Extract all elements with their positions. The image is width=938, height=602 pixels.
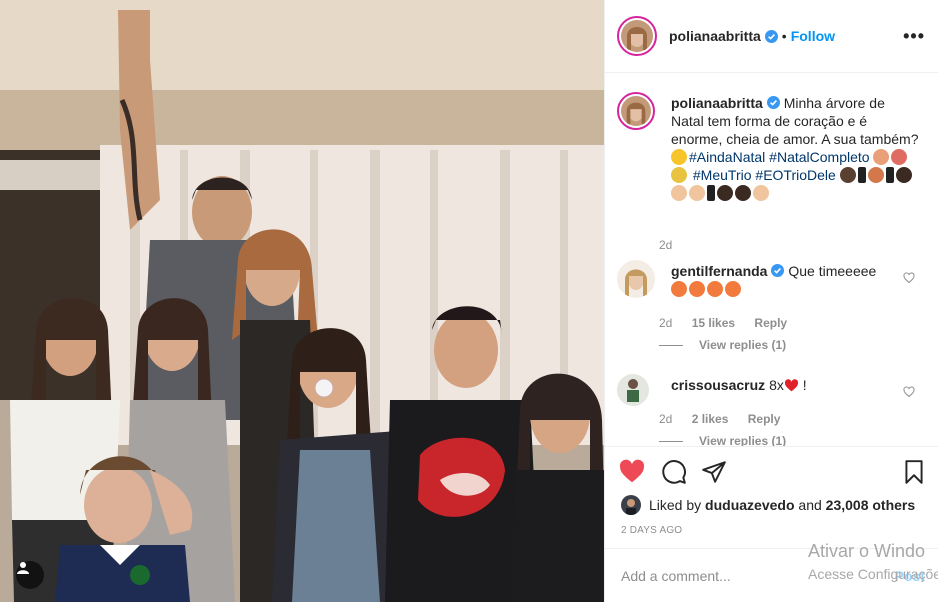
add-comment-input[interactable] [621, 567, 821, 584]
person-emoji-icon [717, 185, 733, 201]
follow-button[interactable]: Follow [791, 28, 835, 44]
reply-button[interactable]: Reply [748, 412, 781, 426]
like-comment-heart-icon[interactable] [903, 272, 915, 284]
comment-username[interactable]: gentilfernanda [671, 263, 767, 279]
star-struck-emoji-icon [671, 281, 687, 297]
comment-body-suffix: ! [802, 377, 807, 393]
view-replies-button[interactable]: View replies (1) [659, 338, 786, 352]
comment-meta: 2d 2 likes Reply [659, 412, 796, 426]
comment-meta: 2d 15 likes Reply [659, 316, 803, 330]
comment-likes[interactable]: 2 likes [692, 412, 729, 426]
post-timestamp[interactable]: 2 DAYS AGO [621, 525, 682, 536]
replies-divider [659, 344, 683, 346]
avatar-image [621, 20, 653, 52]
liked-by-prefix: Liked by [649, 497, 702, 513]
liked-by-user[interactable]: duduazevedo [705, 497, 794, 513]
family-photo-illustration [0, 0, 604, 602]
user-tag-button[interactable] [16, 561, 44, 589]
comment-avatar[interactable] [617, 260, 655, 298]
avatar-image [621, 495, 641, 515]
liked-by-others[interactable]: 23,008 others [826, 497, 916, 513]
comment-icon[interactable] [661, 459, 687, 485]
comment-username[interactable]: crissousacruz [671, 377, 765, 393]
caption-avatar[interactable] [617, 92, 655, 130]
comment-avatar[interactable] [617, 374, 649, 406]
view-replies-label: View replies (1) [699, 338, 787, 352]
caption-username[interactable]: polianaabritta [671, 95, 763, 111]
header-avatar[interactable] [617, 16, 657, 56]
comment-likes[interactable]: 15 likes [692, 316, 735, 330]
person-icon [17, 562, 29, 574]
comments-list[interactable]: polianaabritta Minha árvore de Natal tem… [605, 74, 938, 446]
avatar-image [617, 260, 655, 298]
verified-badge-icon [766, 96, 780, 109]
avatar-image [621, 96, 651, 126]
post-details-panel: polianaabritta • Follow ••• polianaabrit… [604, 0, 938, 602]
avatar-image [617, 374, 649, 406]
santa-emoji-icon [873, 149, 890, 165]
more-options-icon[interactable]: ••• [903, 27, 925, 45]
star-struck-emoji-icon [707, 281, 723, 297]
verified-badge-icon [771, 264, 785, 277]
view-replies-button[interactable]: View replies (1) [659, 434, 786, 446]
comment-text: crissousacruz 8x ! [671, 376, 919, 394]
caption-age[interactable]: 2d [659, 238, 672, 252]
like-heart-icon[interactable] [619, 459, 645, 485]
comment-body: 8x [769, 377, 784, 393]
hashtag-link[interactable]: #EOTrioDele [755, 167, 835, 183]
replies-divider [659, 440, 683, 442]
smile-emoji-icon [671, 149, 687, 165]
person-emoji-icon [689, 185, 705, 201]
santa-emoji-icon [891, 149, 908, 165]
post-header: polianaabritta • Follow ••• [605, 0, 938, 73]
comment-body: Que timeeeee [788, 263, 877, 279]
comment-text: gentilfernanda Que timeeeee [671, 262, 919, 298]
verified-badge-icon [764, 29, 778, 43]
hashtag-link[interactable]: #MeuTrio [693, 167, 752, 183]
red-heart-emoji-icon [784, 379, 798, 392]
save-bookmark-icon[interactable] [901, 459, 927, 485]
add-comment-bar: Post [605, 548, 938, 602]
comment-age[interactable]: 2d [659, 412, 672, 426]
hashtag-link[interactable]: #NatalCompleto [769, 149, 869, 165]
person-emoji-icon [867, 167, 884, 183]
share-icon[interactable] [701, 459, 727, 485]
person-emoji-icon [895, 167, 912, 183]
view-replies-label: View replies (1) [699, 434, 787, 446]
person-emoji-icon [753, 185, 769, 201]
like-comment-heart-icon[interactable] [903, 386, 915, 398]
caption-text: polianaabritta Minha árvore de Natal tem… [671, 94, 919, 202]
star-struck-emoji-icon [689, 281, 705, 297]
liked-by-and: and [798, 497, 822, 513]
comment-age[interactable]: 2d [659, 316, 672, 330]
heart-emoji-icon [707, 185, 715, 201]
person-emoji-icon [671, 185, 687, 201]
liked-by-avatar[interactable] [621, 495, 641, 515]
star-struck-emoji-icon [725, 281, 741, 297]
post-comment-button[interactable]: Post [895, 568, 925, 584]
post-photo[interactable] [0, 0, 604, 602]
post-actions: Liked by duduazevedo and 23,008 others 2… [605, 446, 938, 556]
header-username[interactable]: polianaabritta [669, 28, 761, 44]
liked-by-summary: Liked by duduazevedo and 23,008 others [621, 495, 915, 515]
hashtag-link[interactable]: #AindaNatal [689, 149, 765, 165]
reply-button[interactable]: Reply [754, 316, 787, 330]
caption-meta: 2d [659, 238, 688, 252]
person-emoji-icon [839, 167, 856, 183]
header-separator: • [781, 28, 787, 44]
sparkle-emoji-icon [671, 167, 687, 183]
person-emoji-icon [735, 185, 751, 201]
heart-emoji-icon [885, 167, 894, 183]
heart-emoji-icon [857, 167, 866, 183]
